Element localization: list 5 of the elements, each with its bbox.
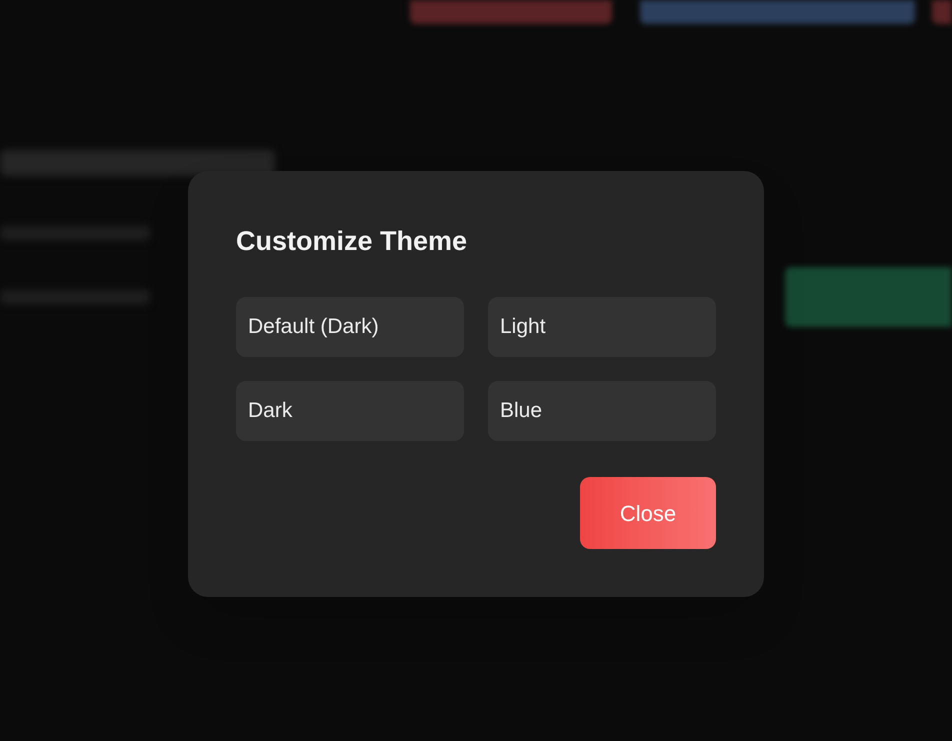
dialog-title: Customize Theme bbox=[236, 225, 468, 258]
theme-option-button[interactable]: Dark bbox=[236, 381, 464, 441]
theme-option-button[interactable]: Blue bbox=[488, 381, 716, 441]
theme-option-button[interactable]: Default (Dark) bbox=[236, 297, 464, 357]
theme-option-button[interactable]: Light bbox=[488, 297, 716, 357]
